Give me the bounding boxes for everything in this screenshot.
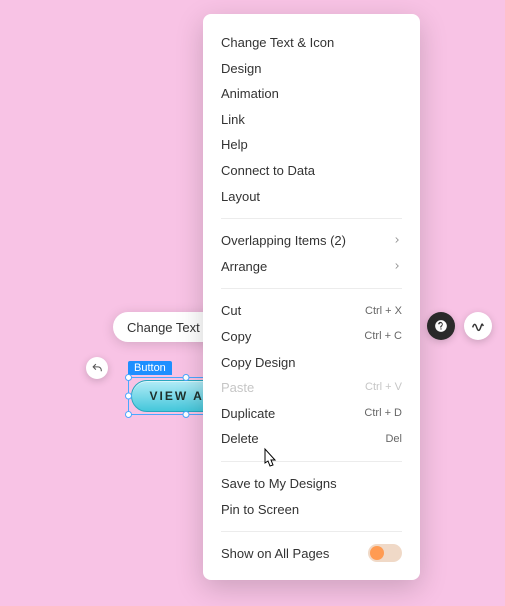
context-menu: Change Text & Icon Design Animation Link… [203,14,420,580]
resize-handle[interactable] [183,374,190,381]
menu-copy[interactable]: CopyCtrl + C [203,324,420,350]
menu-separator [221,218,402,219]
shortcut: Ctrl + D [364,407,402,420]
menu-design[interactable]: Design [203,56,420,82]
resize-handle[interactable] [183,411,190,418]
undo-icon [91,362,104,375]
help-button[interactable] [427,312,455,340]
resize-handle[interactable] [125,374,132,381]
resize-handle[interactable] [125,411,132,418]
shortcut: Ctrl + V [365,381,402,394]
toggle-switch[interactable] [368,544,402,562]
editor-canvas[interactable]: Change Text Button VIEW ALL [0,0,505,606]
shortcut: Del [385,433,402,446]
menu-show-on-all-pages[interactable]: Show on All Pages [203,541,420,562]
menu-animation[interactable]: Animation [203,81,420,107]
shortcut: Ctrl + C [364,330,402,343]
animation-button[interactable] [464,312,492,340]
menu-arrange[interactable]: Arrange [203,254,420,280]
menu-link[interactable]: Link [203,107,420,133]
menu-connect-to-data[interactable]: Connect to Data [203,158,420,184]
menu-help[interactable]: Help [203,132,420,158]
wave-icon [470,318,486,334]
question-icon [434,319,448,333]
chevron-right-icon [392,233,402,249]
change-text-button[interactable]: Change Text [127,320,200,335]
menu-duplicate[interactable]: DuplicateCtrl + D [203,401,420,427]
menu-paste: PasteCtrl + V [203,375,420,401]
menu-separator [221,288,402,289]
menu-layout[interactable]: Layout [203,184,420,210]
menu-separator [221,531,402,532]
undo-button[interactable] [86,357,108,379]
menu-overlapping-items[interactable]: Overlapping Items (2) [203,228,420,254]
menu-pin-to-screen[interactable]: Pin to Screen [203,497,420,523]
menu-change-text-icon[interactable]: Change Text & Icon [203,30,420,56]
resize-handle[interactable] [125,393,132,400]
shortcut: Ctrl + X [365,305,402,318]
selection-type-label: Button [128,361,172,375]
toggle-knob [370,546,384,560]
menu-cut[interactable]: CutCtrl + X [203,298,420,324]
menu-copy-design[interactable]: Copy Design [203,350,420,376]
menu-separator [221,461,402,462]
menu-delete[interactable]: DeleteDel [203,426,420,452]
menu-save-to-my-designs[interactable]: Save to My Designs [203,471,420,497]
chevron-right-icon [392,259,402,275]
